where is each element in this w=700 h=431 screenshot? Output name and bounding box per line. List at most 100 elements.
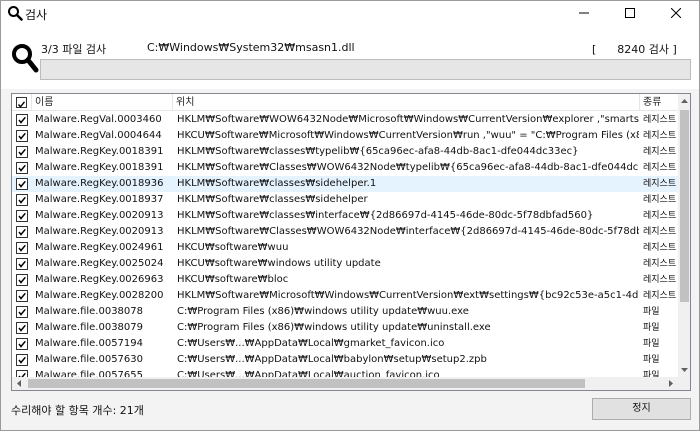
row-type: 레지스트 xyxy=(643,115,677,125)
table-row[interactable]: Malware.RegKey.0024961 HKCU₩software₩wuu 레… xyxy=(12,240,678,256)
row-checkbox[interactable] xyxy=(16,306,28,318)
scan-stage-label: 3/3 파일 검사 xyxy=(41,43,107,56)
row-type: 레지스트 xyxy=(643,179,677,189)
scroll-down-icon[interactable] xyxy=(678,363,690,377)
row-location: HKLM₩Software₩Classes₩WOW6432Node₩interf… xyxy=(177,226,639,237)
table-row[interactable]: Malware.RegKey.0018391 HKLM₩Software₩Clas… xyxy=(12,160,678,176)
row-type: 레지스트 xyxy=(643,291,677,301)
table-row[interactable]: Malware.RegKey.0018937 HKLM₩Software₩clas… xyxy=(12,192,678,208)
row-type: 레지스트 xyxy=(643,227,677,237)
horizontal-scrollbar[interactable] xyxy=(12,377,678,390)
row-name: Malware.file.0057194 xyxy=(35,338,144,349)
row-checkbox[interactable] xyxy=(16,322,28,334)
row-checkbox[interactable] xyxy=(16,258,28,270)
stop-button[interactable]: 정지 xyxy=(592,398,691,420)
table-row[interactable]: Malware.file.0057630 C:₩Users₩...₩AppData… xyxy=(12,352,678,368)
row-location: HKLM₩Software₩Microsoft₩Windows₩CurrentV… xyxy=(177,290,639,301)
magnifier-icon xyxy=(11,43,39,75)
table-row[interactable]: Malware.RegKey.0018936 HKLM₩Software₩clas… xyxy=(12,176,678,192)
row-checkbox[interactable] xyxy=(16,242,28,254)
vertical-scroll-thumb[interactable] xyxy=(680,110,689,302)
column-header-type[interactable]: 종류 xyxy=(640,94,678,111)
row-name: Malware.RegKey.0025024 xyxy=(35,258,164,269)
row-name: Malware.file.0057630 xyxy=(35,354,144,365)
row-checkbox[interactable] xyxy=(16,338,28,350)
row-location: HKLM₩Software₩classes₩interface₩{2d86697… xyxy=(177,210,594,221)
row-checkbox[interactable] xyxy=(16,114,28,126)
row-name: Malware.file.0038078 xyxy=(35,306,144,317)
table-row[interactable]: Malware.RegKey.0025024 HKCU₩software₩wind… xyxy=(12,256,678,272)
row-name: Malware.RegVal.0003460 xyxy=(35,114,162,125)
table-row[interactable]: Malware.RegKey.0026963 HKCU₩software₩bloc… xyxy=(12,272,678,288)
row-name: Malware.file.0038079 xyxy=(35,322,144,333)
row-name: Malware.RegKey.0020913 xyxy=(35,210,164,221)
horizontal-scroll-thumb[interactable] xyxy=(28,379,585,388)
row-type: 레지스트 xyxy=(643,131,677,141)
window-title: 검사 xyxy=(25,8,48,22)
title-bar[interactable]: 검사 xyxy=(1,1,699,25)
row-location: HKLM₩Software₩classes₩sidehelper.1 xyxy=(177,178,377,189)
row-type: 파일 xyxy=(643,323,660,333)
maximize-button[interactable] xyxy=(607,1,653,25)
row-name: Malware.RegKey.0026963 xyxy=(35,274,164,285)
row-checkbox[interactable] xyxy=(16,162,28,174)
row-name: Malware.RegKey.0018936 xyxy=(35,178,164,189)
scroll-up-icon[interactable] xyxy=(678,94,690,108)
row-checkbox[interactable] xyxy=(16,146,28,158)
table-header: 이름 위치 종류 xyxy=(12,94,678,111)
progress-bar xyxy=(40,59,691,80)
row-location: HKLM₩Software₩classes₩typelib₩{65ca96ec-… xyxy=(177,146,579,157)
row-location: C:₩Program Files (x86)₩windows utility u… xyxy=(177,306,469,317)
row-location: HKLM₩Software₩WOW6432Node₩Microsoft₩Wind… xyxy=(177,114,639,125)
minimize-icon xyxy=(579,12,589,14)
row-name: Malware.RegKey.0020913 xyxy=(35,226,164,237)
row-checkbox[interactable] xyxy=(16,178,28,190)
row-checkbox[interactable] xyxy=(16,130,28,142)
table-row[interactable]: Malware.RegKey.0018391 HKLM₩Software₩clas… xyxy=(12,144,678,160)
minimize-button[interactable] xyxy=(561,1,607,25)
search-icon xyxy=(7,5,23,21)
row-name: Malware.RegKey.0024961 xyxy=(35,242,164,253)
results-table: 이름 위치 종류 Malware.RegVal.0003460 HKLM₩Soft… xyxy=(11,93,691,391)
scan-count: [ 8240 검사 ] xyxy=(592,43,677,56)
row-name: Malware.RegKey.0018937 xyxy=(35,194,164,205)
row-type: 파일 xyxy=(643,355,660,365)
column-header-location[interactable]: 위치 xyxy=(173,94,640,111)
row-checkbox[interactable] xyxy=(16,274,28,286)
table-row[interactable]: Malware.RegVal.0004644 HKCU₩Software₩Micr… xyxy=(12,128,678,144)
table-row[interactable]: Malware.RegKey.0020913 HKLM₩Software₩clas… xyxy=(12,208,678,224)
row-checkbox[interactable] xyxy=(16,226,28,238)
vertical-scrollbar[interactable] xyxy=(678,94,690,377)
current-file-path: C:₩Windows₩System32₩msasn1.dll xyxy=(147,41,355,54)
row-type: 레지스트 xyxy=(643,195,677,205)
select-all-checkbox[interactable] xyxy=(16,97,27,108)
table-row[interactable]: Malware.RegVal.0003460 HKLM₩Software₩WOW6… xyxy=(12,112,678,128)
table-row[interactable]: Malware.RegKey.0028200 HKLM₩Software₩Micr… xyxy=(12,288,678,304)
row-type: 레지스트 xyxy=(643,147,677,157)
row-type: 파일 xyxy=(643,307,660,317)
table-row[interactable]: Malware.RegKey.0020913 HKLM₩Software₩Clas… xyxy=(12,224,678,240)
row-type: 레지스트 xyxy=(643,275,677,285)
row-location: C:₩Program Files (x86)₩windows utility u… xyxy=(177,322,491,333)
row-location: C:₩Users₩...₩AppData₩Local₩babylon₩setup… xyxy=(177,354,487,365)
row-location: C:₩Users₩...₩AppData₩Local₩gmarket_favic… xyxy=(177,338,445,349)
row-checkbox[interactable] xyxy=(16,210,28,222)
close-button[interactable] xyxy=(653,1,699,25)
row-location: HKCU₩software₩wuu xyxy=(177,242,289,253)
scroll-corner xyxy=(678,377,690,390)
table-row[interactable]: Malware.file.0038079 C:₩Program Files (x8… xyxy=(12,320,678,336)
row-type: 레지스트 xyxy=(643,243,677,253)
row-location: HKLM₩Software₩classes₩sidehelper xyxy=(177,194,368,205)
table-row[interactable]: Malware.file.0057194 C:₩Users₩...₩AppData… xyxy=(12,336,678,352)
table-row[interactable]: Malware.file.0038078 C:₩Program Files (x8… xyxy=(12,304,678,320)
row-checkbox[interactable] xyxy=(16,354,28,366)
row-location: HKCU₩software₩bloc xyxy=(177,274,289,285)
row-type: 레지스트 xyxy=(643,259,677,269)
select-all-column[interactable] xyxy=(12,94,32,111)
row-checkbox[interactable] xyxy=(16,194,28,206)
scroll-right-icon[interactable] xyxy=(664,377,678,390)
column-header-name[interactable]: 이름 xyxy=(32,94,173,111)
scan-window: 검사 3/3 파일 검사 C:₩Windows₩System32₩msasn1.… xyxy=(0,0,700,431)
row-checkbox[interactable] xyxy=(16,290,28,302)
scroll-left-icon[interactable] xyxy=(12,377,26,390)
